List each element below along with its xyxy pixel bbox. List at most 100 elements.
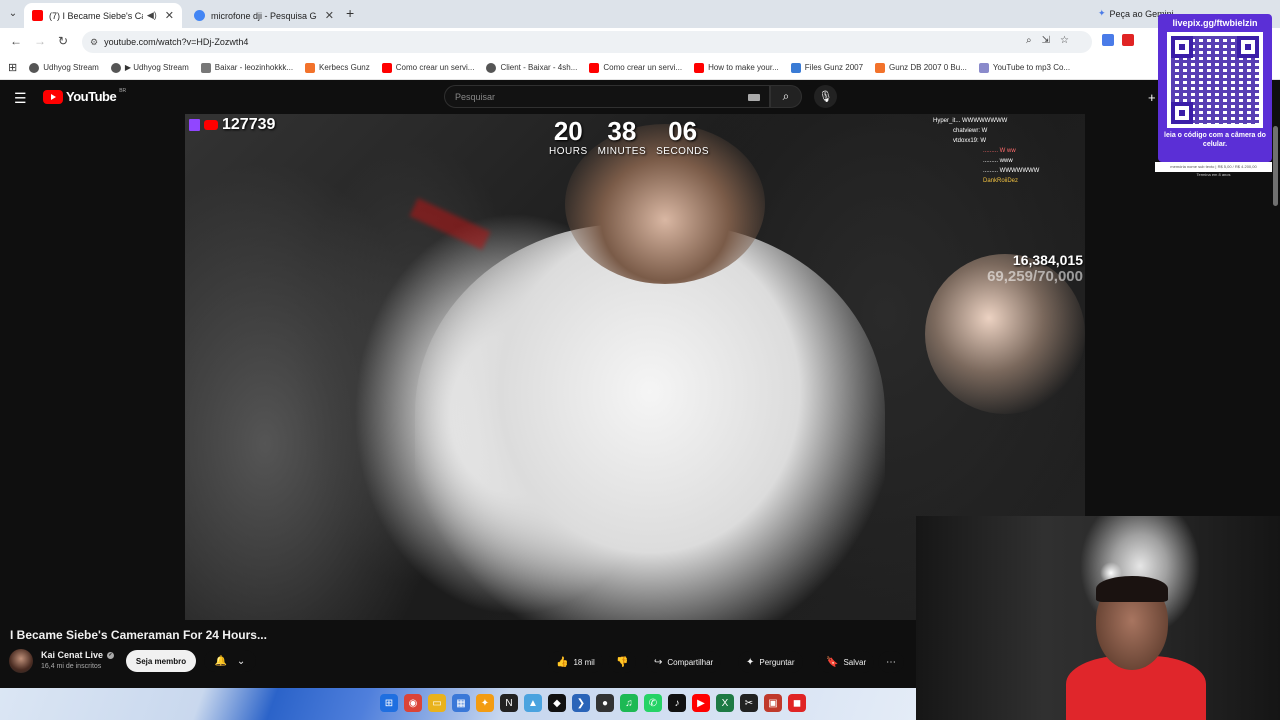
- obs-icon[interactable]: ●: [596, 694, 614, 712]
- bookmark-label: Files Gunz 2007: [804, 63, 864, 72]
- extension-icon[interactable]: [1102, 34, 1114, 46]
- close-tab-icon[interactable]: ✕: [325, 9, 334, 22]
- dislike-button[interactable]: 👎: [608, 651, 637, 673]
- mediafire-icon: [790, 62, 801, 73]
- like-button[interactable]: 👍 18 mil: [548, 651, 603, 673]
- timer-minutes: 38: [607, 116, 637, 146]
- bookmark-item[interactable]: Baixar - leozinhokkk...: [200, 62, 293, 73]
- tab-youtube[interactable]: (7) I Became Siebe's Camer ◀) ✕: [24, 3, 182, 28]
- new-tab-button[interactable]: +: [346, 5, 354, 21]
- close-tab-icon[interactable]: ✕: [165, 9, 174, 22]
- viewer-count-overlay: 127739: [189, 116, 275, 134]
- tab-search-icon[interactable]: ⌄: [4, 4, 22, 22]
- more-icon: ⋯: [886, 656, 896, 668]
- forward-icon[interactable]: →: [34, 34, 46, 48]
- search-input[interactable]: Pesquisar: [444, 85, 770, 108]
- timer-hours-label: HOURS: [549, 146, 588, 157]
- address-bar[interactable]: ⚙ youtube.com/watch?v=HDj-Zozwth4: [82, 31, 1092, 53]
- livepix-qr-widget: livepix.gg/ftwbielzin leia o código com …: [1158, 14, 1272, 162]
- stream-timer: 20 HOURS 38 MINUTES 06 SECONDS: [549, 116, 709, 157]
- bookmark-label: YouTube to mp3 Co...: [992, 63, 1071, 72]
- channel-name[interactable]: Kai Cenat Live: [41, 650, 103, 660]
- capcut-pro-icon[interactable]: ✂: [740, 694, 758, 712]
- bookmark-item[interactable]: Client - Baixar - 4sh...: [486, 62, 577, 73]
- windows-start-icon[interactable]: ⊞: [380, 694, 398, 712]
- reload-icon[interactable]: ↻: [58, 34, 68, 48]
- excel-icon[interactable]: X: [716, 694, 734, 712]
- youtube-logo[interactable]: YouTube BR: [43, 87, 127, 104]
- more-actions-button[interactable]: ⋯: [878, 651, 904, 673]
- bookmark-item[interactable]: ▶ Udhyog Stream: [110, 62, 189, 73]
- bookmark-item[interactable]: Gunz DB 2007 0 Bu...: [875, 62, 967, 73]
- site-info-icon[interactable]: ⚙: [90, 37, 98, 48]
- share-label: Compartilhar: [667, 657, 714, 667]
- url-text: youtube.com/watch?v=HDj-Zozwth4: [104, 37, 249, 47]
- capcut-icon[interactable]: ◆: [548, 694, 566, 712]
- whatsapp-icon[interactable]: ✆: [644, 694, 662, 712]
- youtube-icon: [204, 120, 218, 130]
- bookmark-item[interactable]: Files Gunz 2007: [790, 62, 864, 73]
- back-icon[interactable]: ←: [10, 34, 22, 48]
- chrome-icon[interactable]: ◉: [404, 694, 422, 712]
- twitch-icon: [189, 119, 200, 131]
- ask-button[interactable]: ✦ Perguntar: [738, 651, 803, 673]
- bookmarks-bar: ⊞ Udhyog Stream ▶ Udhyog Stream Baixar -…: [0, 56, 1280, 80]
- app-red-icon[interactable]: ◼: [788, 694, 806, 712]
- join-button[interactable]: Seja membro: [126, 650, 196, 672]
- sub-counter-overlay: 16,384,015 69,259/70,000: [987, 252, 1083, 285]
- bookmark-item[interactable]: Como crear un servi...: [381, 62, 474, 73]
- notification-button[interactable]: 🔔 ⌄: [204, 650, 256, 672]
- channel-avatar[interactable]: [9, 649, 33, 673]
- vscode-icon[interactable]: ❯: [572, 694, 590, 712]
- save-label: Salvar: [843, 657, 867, 667]
- bookmark-item[interactable]: Como crear un servi...: [589, 62, 683, 73]
- voice-search-button[interactable]: 🎙: [814, 85, 837, 108]
- globe-icon: [29, 62, 40, 73]
- thumbs-down-icon: 👎: [616, 656, 629, 668]
- counter-value: 16,384,015: [1012, 252, 1083, 268]
- zoom-icon[interactable]: ⌕: [1026, 35, 1032, 46]
- search-button[interactable]: ⌕: [770, 85, 802, 108]
- file-explorer-icon[interactable]: ▭: [428, 694, 446, 712]
- tiktok-icon[interactable]: ♪: [668, 694, 686, 712]
- install-icon[interactable]: ⇲: [1042, 35, 1050, 46]
- speaker-icon[interactable]: ◀): [147, 10, 157, 21]
- bookmark-item[interactable]: Udhyog Stream: [29, 62, 99, 73]
- spotify-icon[interactable]: ♫: [620, 694, 638, 712]
- bookmark-star-icon[interactable]: ☆: [1060, 35, 1069, 46]
- browser-toolbar: ← → ↻ ⚙ youtube.com/watch?v=HDj-Zozwth4 …: [0, 28, 1280, 56]
- ndi-icon[interactable]: N: [500, 694, 518, 712]
- video-frame-detail: [409, 198, 491, 250]
- chat-line: ......... W ww: [983, 148, 1016, 154]
- bookmark-label: Gunz DB 2007 0 Bu...: [889, 63, 967, 72]
- tab-google[interactable]: microfone dji - Pesquisa Googl ✕: [186, 3, 342, 28]
- region-code: BR: [119, 87, 127, 94]
- blogger-icon: [305, 62, 316, 73]
- keyboard-icon[interactable]: [748, 94, 760, 101]
- save-button[interactable]: 🔖 Salvar: [818, 651, 875, 673]
- bookmark-item[interactable]: YouTube to mp3 Co...: [978, 62, 1071, 73]
- globe-icon: [110, 62, 121, 73]
- bookmark-item[interactable]: Kerbecs Gunz: [305, 62, 370, 73]
- create-icon[interactable]: +: [1148, 90, 1156, 105]
- bookmark-label: Como crear un servi...: [603, 63, 683, 72]
- chat-line: ......... WWWWWWW: [983, 168, 1040, 174]
- apps-grid-icon[interactable]: ⊞: [8, 61, 17, 74]
- bookmark-item[interactable]: How to make your...: [694, 62, 779, 73]
- channel-name-row[interactable]: Kai Cenat Live ✓: [41, 650, 115, 660]
- search-icon: ⌕: [782, 89, 790, 103]
- thumbs-up-icon: 👍: [556, 656, 569, 668]
- fl-studio-icon[interactable]: ✦: [476, 694, 494, 712]
- globe-icon: [486, 62, 497, 73]
- scrollbar-thumb[interactable]: [1273, 126, 1278, 206]
- microphone-icon: 🎙: [818, 91, 833, 103]
- extension-icon[interactable]: [1122, 34, 1134, 46]
- blogger-icon: [875, 62, 886, 73]
- photos-icon[interactable]: ▲: [524, 694, 542, 712]
- share-button[interactable]: ↪ Compartilhar: [646, 651, 722, 673]
- menu-icon[interactable]: ☰: [14, 90, 27, 107]
- video-editor-icon[interactable]: ▣: [764, 694, 782, 712]
- youtube-favicon-icon: [381, 62, 392, 73]
- store-icon[interactable]: ▦: [452, 694, 470, 712]
- youtube-app-icon[interactable]: ▶: [692, 694, 710, 712]
